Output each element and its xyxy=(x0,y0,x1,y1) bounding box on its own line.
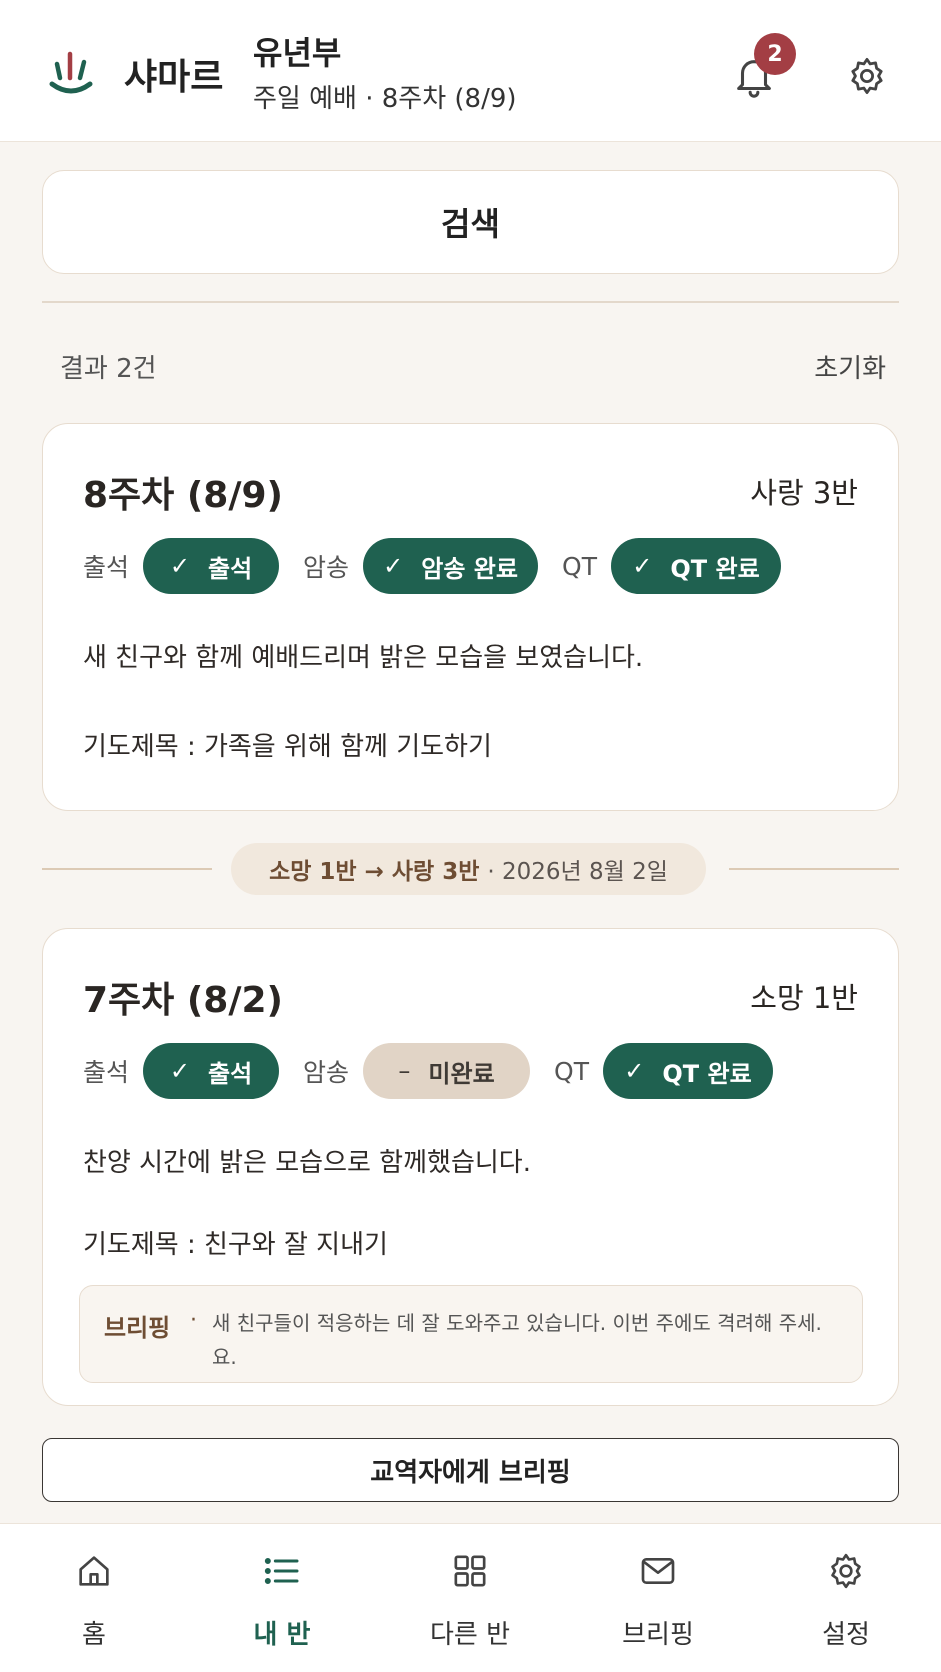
service-subtitle: 주일 예배 · 8주차 (8/9) xyxy=(253,78,517,115)
briefing-text: 새 친구들이 적응하는 데 잘 도와주고 있습니다. 이번 주에도 격려해 주세… xyxy=(212,1306,852,1374)
memorize-label: 암송 xyxy=(303,1053,349,1089)
nav-label: 내 반 xyxy=(188,1614,376,1651)
pill-label: 출석 xyxy=(208,1054,252,1089)
gear-icon[interactable] xyxy=(846,55,888,97)
grid-icon xyxy=(450,1551,490,1591)
result-count: 결과 2건 xyxy=(60,348,157,385)
check-icon: ✓ xyxy=(632,552,652,580)
pill-label: 출석 xyxy=(208,549,252,584)
brand-name: 샤마르 xyxy=(124,48,223,100)
separator-dot: · xyxy=(190,1308,197,1333)
nav-label: 설정 xyxy=(752,1614,940,1651)
memorize-status-pill[interactable]: – 미완료 xyxy=(363,1043,530,1099)
check-icon: ✓ xyxy=(170,1057,190,1085)
home-icon xyxy=(74,1551,114,1591)
attendance-label: 출석 xyxy=(83,1053,129,1089)
pill-label: 암송 완료 xyxy=(421,549,518,584)
dash-icon: – xyxy=(398,1057,410,1085)
class-transfer-chip: 소망 1반 → 사랑 3반 · 2026년 8월 2일 xyxy=(231,843,706,895)
nav-item-other-class[interactable]: 다른 반 xyxy=(376,1524,564,1672)
check-icon: ✓ xyxy=(170,552,190,580)
app-header: 샤마르 유년부 주일 예배 · 8주차 (8/9) 2 xyxy=(0,0,941,142)
attendance-status-pill[interactable]: ✓ 출석 xyxy=(143,538,279,594)
nav-item-briefing[interactable]: 브리핑 xyxy=(564,1524,752,1672)
week-title: 7주차 (8/2) xyxy=(83,971,283,1023)
department-title: 유년부 xyxy=(253,28,341,74)
briefing-label: 브리핑 xyxy=(104,1308,170,1343)
qt-status-pill[interactable]: ✓ QT 완료 xyxy=(611,538,781,594)
reset-button[interactable]: 초기화 xyxy=(814,348,886,385)
bottom-nav: 홈 내 반 다른 반 브리핑 설정 xyxy=(0,1523,941,1672)
memorize-label: 암송 xyxy=(303,548,349,584)
brief-to-pastor-button[interactable]: 교역자에게 브리핑 xyxy=(42,1438,899,1502)
record-note: 찬양 시간에 밝은 모습으로 함께했습니다. xyxy=(83,1142,531,1179)
mail-icon xyxy=(638,1551,678,1591)
record-note: 새 친구와 함께 예배드리며 밝은 모습을 보였습니다. xyxy=(83,637,643,674)
gear-icon xyxy=(826,1551,866,1591)
attendance-label: 출석 xyxy=(83,548,129,584)
transfer-date: · 2026년 8월 2일 xyxy=(487,852,668,886)
list-icon xyxy=(262,1551,302,1591)
check-icon: ✓ xyxy=(383,552,403,580)
check-icon: ✓ xyxy=(624,1057,644,1085)
logo-icon xyxy=(48,48,94,100)
class-name: 소망 1반 xyxy=(750,975,858,1017)
transfer-line-left xyxy=(42,868,212,870)
status-row: 출석 ✓ 출석 암송 – 미완료 QT ✓ QT 완료 xyxy=(83,1043,797,1099)
attendance-status-pill[interactable]: ✓ 출석 xyxy=(143,1043,279,1099)
search-button[interactable]: 검색 xyxy=(42,170,899,274)
qt-label: QT xyxy=(562,552,597,581)
briefing-box: 브리핑 · 새 친구들이 적응하는 데 잘 도와주고 있습니다. 이번 주에도 … xyxy=(79,1285,863,1383)
week-title: 8주차 (8/9) xyxy=(83,466,283,518)
nav-item-my-class[interactable]: 내 반 xyxy=(188,1524,376,1672)
record-card[interactable]: 7주차 (8/2) 소망 1반 출석 ✓ 출석 암송 – 미완료 QT ✓ QT… xyxy=(42,928,899,1406)
transfer-classes: 소망 1반 → 사랑 3반 xyxy=(269,852,479,886)
nav-label: 다른 반 xyxy=(376,1614,564,1651)
nav-item-home[interactable]: 홈 xyxy=(0,1524,188,1672)
class-name: 사랑 3반 xyxy=(750,470,858,512)
nav-label: 브리핑 xyxy=(564,1614,752,1651)
nav-item-settings[interactable]: 설정 xyxy=(752,1524,940,1672)
nav-label: 홈 xyxy=(0,1614,188,1651)
notification-badge: 2 xyxy=(754,33,796,75)
transfer-line-right xyxy=(729,868,899,870)
status-row: 출석 ✓ 출석 암송 ✓ 암송 완료 QT ✓ QT 완료 xyxy=(83,538,805,594)
record-card[interactable]: 8주차 (8/9) 사랑 3반 출석 ✓ 출석 암송 ✓ 암송 완료 QT ✓ … xyxy=(42,423,899,811)
divider xyxy=(42,301,899,303)
prayer-request: 기도제목 : 가족을 위해 함께 기도하기 xyxy=(83,726,492,763)
pill-label: QT 완료 xyxy=(662,1054,751,1089)
qt-status-pill[interactable]: ✓ QT 완료 xyxy=(603,1043,773,1099)
prayer-request: 기도제목 : 친구와 잘 지내기 xyxy=(83,1224,388,1261)
qt-label: QT xyxy=(554,1057,589,1086)
pill-label: 미완료 xyxy=(428,1054,494,1089)
pill-label: QT 완료 xyxy=(670,549,759,584)
memorize-status-pill[interactable]: ✓ 암송 완료 xyxy=(363,538,538,594)
